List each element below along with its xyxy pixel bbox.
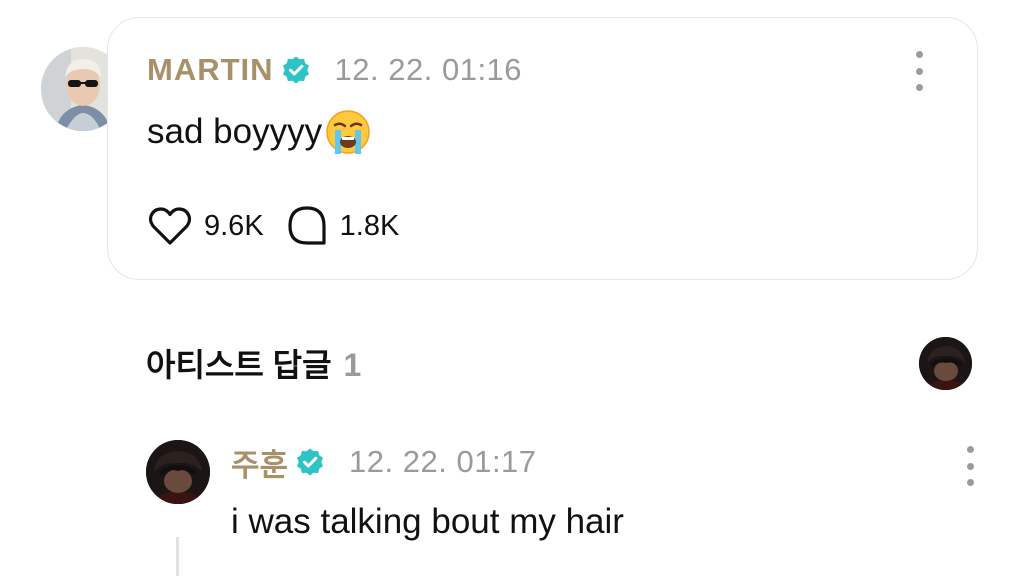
verified-badge-icon [295, 447, 325, 477]
reply-more-options-icon[interactable] [958, 446, 982, 486]
artist-avatar[interactable] [919, 337, 972, 390]
like-count: 9.6K [204, 209, 264, 242]
reply-author-name[interactable]: 주훈 [231, 440, 288, 485]
avatar-photo-icon [146, 440, 210, 504]
post-timestamp: 12. 22. 01:16 [334, 52, 523, 87]
loudly-crying-face-icon [324, 108, 372, 156]
comment-button[interactable]: 1.8K [286, 205, 400, 247]
like-button[interactable]: 9.6K [148, 206, 264, 246]
post-author-name[interactable]: MARTIN [147, 52, 274, 88]
artist-replies-header: 아티스트 답글 1 [146, 340, 361, 386]
avatar-photo-icon [919, 337, 972, 390]
post-actions: 9.6K 1.8K [148, 204, 399, 248]
reply-meta: 주훈 12. 22. 01:17 [231, 444, 537, 483]
post-body: sad boyyyy [147, 112, 323, 151]
artist-replies-title: 아티스트 답글 [146, 347, 332, 383]
post-text: sad boyyyy [147, 108, 372, 156]
thread-connector-line [176, 537, 179, 576]
page: MARTIN 12. 22. 01:16 sad boyyyy 9.6K 1.8… [0, 0, 1024, 576]
post-meta: MARTIN 12. 22. 01:16 [147, 52, 522, 88]
reply-body: i was talking bout my hair [231, 502, 624, 541]
reply-timestamp: 12. 22. 01:17 [349, 444, 537, 479]
verified-badge-icon [281, 55, 311, 85]
comment-count: 1.8K [339, 209, 400, 242]
comment-bubble-icon [288, 206, 326, 245]
artist-replies-count: 1 [343, 347, 362, 383]
post-more-options-icon[interactable] [907, 51, 931, 91]
heart-icon [148, 207, 192, 245]
reply-author-avatar[interactable] [146, 440, 210, 504]
